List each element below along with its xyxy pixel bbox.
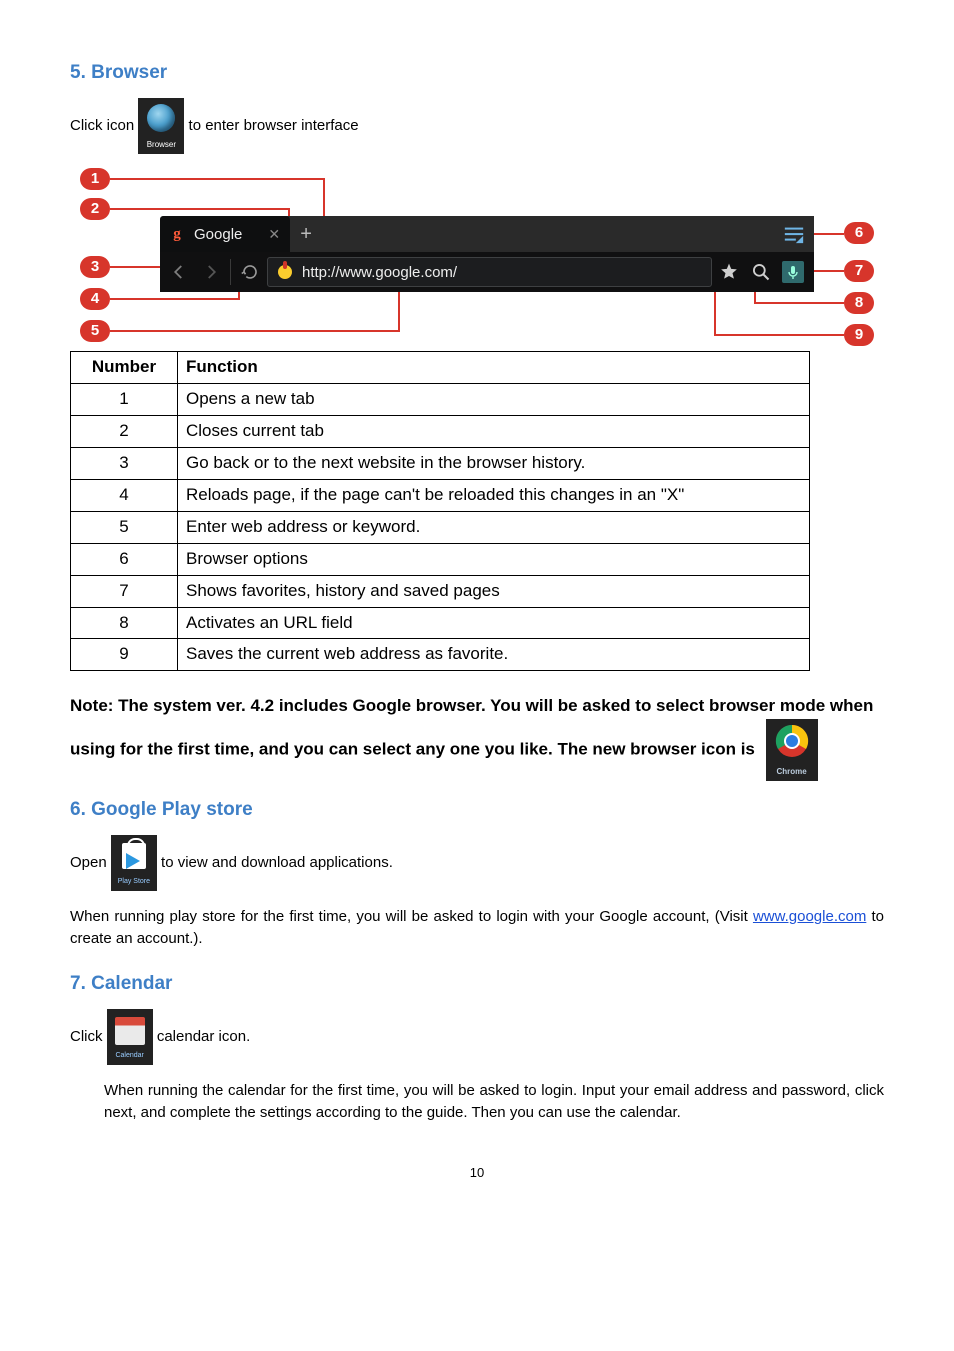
forward-button[interactable] [196,257,226,287]
active-tab[interactable]: g Google ✕ [160,216,290,252]
callout-badge-5: 5 [80,320,110,342]
table-header-row: Number Function [71,352,810,384]
reload-icon [241,263,259,281]
new-tab-button[interactable]: + [290,216,322,252]
back-button[interactable] [164,257,194,287]
site-favicon-icon [278,265,292,279]
calendar-click-pre: Click [70,1028,107,1045]
bookmark-button[interactable] [714,257,744,287]
cell-num: 6 [71,543,178,575]
url-row: http://www.google.com/ [160,252,814,292]
callout-badge-2: 2 [80,198,110,220]
tab-title: Google [194,226,242,243]
cell-num: 7 [71,575,178,607]
url-field[interactable]: http://www.google.com/ [267,257,712,287]
table-row: 9Saves the current web address as favori… [71,639,810,671]
playstore-icon-label: Play Store [111,877,157,888]
cell-num: 9 [71,639,178,671]
table-row: 4Reloads page, if the page can't be relo… [71,479,810,511]
cell-func: Browser options [178,543,810,575]
chrome-icon-label: Chrome [766,766,818,778]
mic-icon [782,261,804,283]
cell-func: Go back or to the next website in the br… [178,447,810,479]
note-text: Note: The system ver. 4.2 includes Googl… [70,696,873,758]
arrow-right-icon [202,263,220,281]
table-row: 3Go back or to the next website in the b… [71,447,810,479]
callout-badge-3: 3 [80,256,110,278]
page-number: 10 [70,1165,884,1180]
table-row: 8Activates an URL field [71,607,810,639]
google-link[interactable]: www.google.com [753,908,866,925]
reload-button[interactable] [235,257,265,287]
browser-icon-label: Browser [138,139,184,151]
chrome-app-icon: Chrome [766,719,818,781]
callout-badge-4: 4 [80,288,110,310]
col-number-header: Number [71,352,178,384]
cell-num: 4 [71,479,178,511]
play-open-line: Open Play Store to view and download app… [70,835,884,891]
cell-func: Opens a new tab [178,383,810,415]
table-row: 7Shows favorites, history and saved page… [71,575,810,607]
voice-input-button[interactable] [778,257,808,287]
table-row: 2Closes current tab [71,415,810,447]
callout-badge-8: 8 [844,292,874,314]
url-text: http://www.google.com/ [302,264,457,281]
search-icon [751,262,771,282]
play-open-pre: Open [70,854,111,871]
calendar-paragraph: When running the calendar for the first … [104,1080,884,1125]
cell-func: Closes current tab [178,415,810,447]
cell-func: Activates an URL field [178,607,810,639]
calendar-icon-label: Calendar [107,1051,153,1062]
calendar-click-post: calendar icon. [157,1028,250,1045]
close-tab-icon[interactable]: ✕ [268,226,280,243]
intro-pre: Click icon [70,117,138,134]
cell-num: 3 [71,447,178,479]
google-favicon-icon: g [168,225,186,243]
table-row: 5Enter web address or keyword. [71,511,810,543]
cell-num: 8 [71,607,178,639]
cell-num: 5 [71,511,178,543]
note-paragraph: Note: The system ver. 4.2 includes Googl… [70,693,884,781]
play-open-post: to view and download applications. [161,854,393,871]
arrow-left-icon [170,263,188,281]
browser-menu-button[interactable] [774,216,814,252]
section-heading-browser: 5. Browser [70,62,884,84]
cell-num: 2 [71,415,178,447]
cell-num: 1 [71,383,178,415]
callout-badge-7: 7 [844,260,874,282]
intro-line: Click icon Browser to enter browser inte… [70,98,884,154]
section-heading-playstore: 6. Google Play store [70,799,884,821]
menu-icon [783,223,805,245]
tab-bar: g Google ✕ + [160,216,814,252]
col-function-header: Function [178,352,810,384]
cell-func: Enter web address or keyword. [178,511,810,543]
browser-mockup: 1 2 3 4 5 6 7 8 9 g Google ✕ + [70,168,884,343]
table-row: 1Opens a new tab [71,383,810,415]
intro-post: to enter browser interface [189,117,359,134]
play-para2: When running play store for the first ti… [70,906,884,951]
callout-badge-9: 9 [844,324,874,346]
callout-badge-1: 1 [80,168,110,190]
cell-func: Saves the current web address as favorit… [178,639,810,671]
browser-app-icon: Browser [138,98,184,154]
calendar-app-icon: Calendar [107,1009,153,1065]
playstore-app-icon: Play Store [111,835,157,891]
function-table: Number Function 1Opens a new tab 2Closes… [70,351,810,671]
cell-func: Shows favorites, history and saved pages [178,575,810,607]
star-icon [719,262,739,282]
table-row: 6Browser options [71,543,810,575]
callout-badge-6: 6 [844,222,874,244]
play-para2-pre: When running play store for the first ti… [70,908,753,925]
calendar-click-line: Click Calendar calendar icon. [70,1009,884,1065]
section-heading-calendar: 7. Calendar [70,973,884,995]
search-button[interactable] [746,257,776,287]
cell-func: Reloads page, if the page can't be reloa… [178,479,810,511]
